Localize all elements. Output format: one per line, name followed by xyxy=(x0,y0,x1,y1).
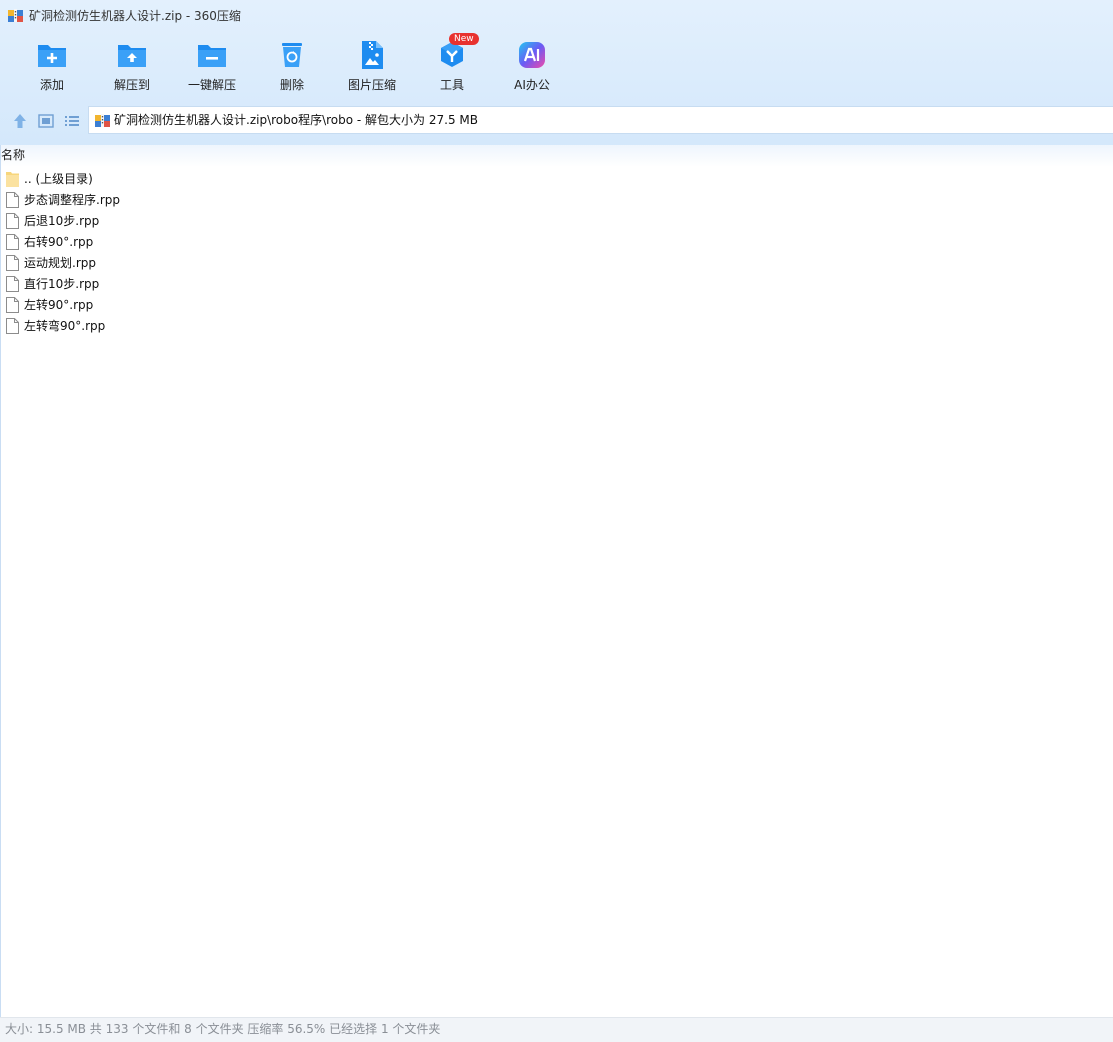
recycle-bin-icon xyxy=(282,43,302,67)
item-name: 左转弯90°.rpp xyxy=(24,319,106,333)
item-name: 运动规划.rpp xyxy=(24,256,96,270)
list-item[interactable]: 左转弯90°.rpp xyxy=(6,316,606,335)
column-header-bar xyxy=(1,145,1113,167)
add-label: 添加 xyxy=(39,78,64,92)
ai-office-button[interactable]: AI办公 xyxy=(492,36,572,96)
item-name: 后退10步.rpp xyxy=(24,214,100,228)
image-compress-button[interactable]: 图片压缩 xyxy=(332,36,412,96)
folder-icon xyxy=(6,172,19,187)
extract-to-label: 解压到 xyxy=(113,78,150,92)
list-item[interactable]: 左转90°.rpp xyxy=(6,295,606,314)
add-button[interactable]: 添加 xyxy=(12,36,92,96)
status-bar: 大小: 15.5 MB 共 133 个文件和 8 个文件夹 压缩率 56.5% … xyxy=(0,1017,1113,1042)
status-text: 大小: 15.5 MB 共 133 个文件和 8 个文件夹 压缩率 56.5% … xyxy=(5,1022,441,1036)
zip-archive-icon xyxy=(95,114,110,127)
address-path: 矿洞检测仿生机器人设计.zip\robo程序\robo - 解包大小为 27.5… xyxy=(114,113,478,127)
tools-button[interactable]: New 工具 xyxy=(412,33,492,96)
navigation-bar: 矿洞检测仿生机器人设计.zip\robo程序\robo - 解包大小为 27.5… xyxy=(0,106,1113,136)
one-click-extract-icon xyxy=(198,45,226,67)
extract-to-button[interactable]: 解压到 xyxy=(92,36,172,96)
window-title: 矿洞检测仿生机器人设计.zip - 360压缩 xyxy=(29,9,241,23)
list-item[interactable]: 步态调整程序.rpp xyxy=(6,190,606,209)
list-item[interactable]: 后退10步.rpp xyxy=(6,211,606,230)
title-bar: 矿洞检测仿生机器人设计.zip - 360压缩 xyxy=(0,0,1113,32)
item-name: .. (上级目录) xyxy=(24,172,93,186)
column-header-name[interactable]: 名称 xyxy=(1,148,25,162)
tools-label: 工具 xyxy=(439,78,464,92)
delete-button[interactable]: 删除 xyxy=(252,36,332,96)
delete-label: 删除 xyxy=(279,78,304,92)
zip-archive-icon xyxy=(8,9,23,22)
thumbnail-view-icon[interactable] xyxy=(37,112,55,130)
item-name: 步态调整程序.rpp xyxy=(24,193,120,207)
add-folder-icon xyxy=(38,45,66,67)
up-level-icon[interactable] xyxy=(11,112,29,130)
file-icon xyxy=(6,255,19,271)
item-name: 直行10步.rpp xyxy=(24,277,100,291)
list-item[interactable]: 运动规划.rpp xyxy=(6,253,606,272)
file-icon xyxy=(6,213,19,229)
address-bar[interactable]: 矿洞检测仿生机器人设计.zip\robo程序\robo - 解包大小为 27.5… xyxy=(88,106,1113,134)
ai-office-icon xyxy=(519,42,545,68)
list-item-parent-dir[interactable]: .. (上级目录) xyxy=(6,169,606,188)
list-item[interactable]: 右转90°.rpp xyxy=(6,232,606,251)
file-icon xyxy=(6,192,19,208)
extract-to-icon xyxy=(118,45,146,67)
file-icon xyxy=(6,234,19,250)
ai-office-label: AI办公 xyxy=(514,78,550,92)
file-icon xyxy=(6,276,19,292)
file-icon xyxy=(6,318,19,334)
item-name: 左转90°.rpp xyxy=(24,298,94,312)
image-compress-icon xyxy=(362,41,383,69)
file-list: 名称 .. (上级目录) 步态调整程序.rpp 后退10步.rpp 右转90°.… xyxy=(0,145,1113,1017)
one-click-extract-button[interactable]: 一键解压 xyxy=(172,36,252,96)
image-compress-label: 图片压缩 xyxy=(347,78,396,92)
new-badge: New xyxy=(449,33,479,45)
toolbar: 添加 解压到 一键解压 删除 图片压缩 New 工具 AI办公 xyxy=(0,33,1113,98)
list-view-icon[interactable] xyxy=(63,112,81,130)
item-name: 右转90°.rpp xyxy=(24,235,94,249)
file-icon xyxy=(6,297,19,313)
one-click-extract-label: 一键解压 xyxy=(187,78,236,92)
list-item[interactable]: 直行10步.rpp xyxy=(6,274,606,293)
top-chrome: 矿洞检测仿生机器人设计.zip - 360压缩 添加 解压到 一键解压 删除 图… xyxy=(0,0,1113,145)
